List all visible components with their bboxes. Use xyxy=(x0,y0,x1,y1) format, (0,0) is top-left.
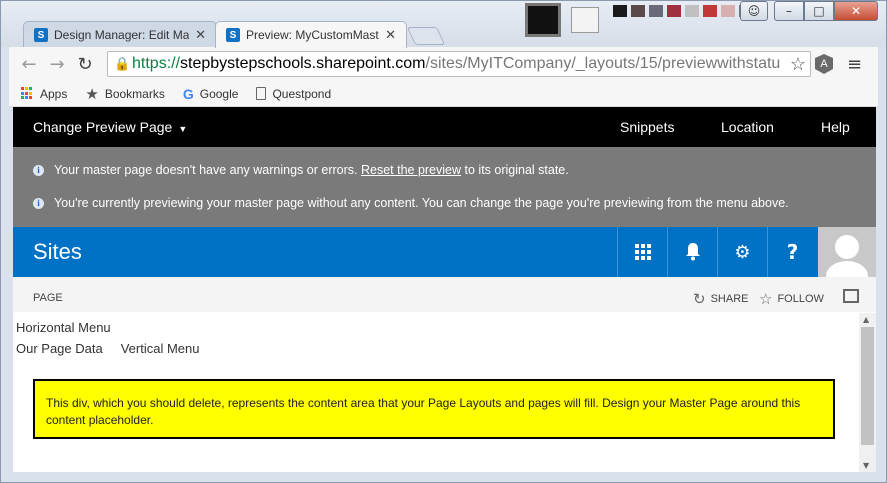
main-content: Horizontal Menu Our Page Data Vertical M… xyxy=(13,312,876,472)
bookmark-label: Questpond xyxy=(272,86,332,101)
share-icon: ↻ xyxy=(693,290,706,308)
window-controls: ☺ – □ ✕ xyxy=(740,1,878,21)
swatch xyxy=(649,5,663,17)
swatch xyxy=(685,5,699,17)
help-question-icon[interactable]: ? xyxy=(767,227,817,277)
close-icon[interactable]: ✕ xyxy=(195,27,206,43)
sites-title[interactable]: Sites xyxy=(33,239,82,265)
settings-gear-icon[interactable]: ⚙ xyxy=(717,227,767,277)
background-color-swatches xyxy=(613,5,753,17)
close-icon[interactable]: ✕ xyxy=(385,27,396,43)
bookmark-bookmarks[interactable]: ★ Bookmarks xyxy=(85,85,164,103)
content-row: Our Page Data Vertical Menu xyxy=(16,341,199,356)
share-button[interactable]: ↻ SHARE xyxy=(693,290,748,308)
help-link[interactable]: Help xyxy=(821,119,850,135)
minimize-button[interactable]: – xyxy=(774,1,804,21)
google-icon: G xyxy=(182,85,194,102)
location-link[interactable]: Location xyxy=(721,119,774,135)
browser-window: ☺ – □ ✕ S Design Manager: Edit Mas ✕ S P… xyxy=(0,0,887,483)
scroll-up-arrow-icon[interactable]: ▲ xyxy=(863,315,869,324)
bookmark-questpond[interactable]: Questpond xyxy=(256,87,331,101)
tab-page[interactable]: PAGE xyxy=(33,292,63,304)
close-window-button[interactable]: ✕ xyxy=(834,1,878,21)
swatch xyxy=(721,5,735,17)
user-profile-icon[interactable]: ☺ xyxy=(740,1,768,21)
status-message-2: i You're currently previewing your maste… xyxy=(33,196,789,210)
bookmark-star-icon[interactable]: ☆ xyxy=(787,54,808,75)
preview-top-bar: Change Preview Page ▼ Snippets Location H… xyxy=(13,107,876,147)
avatar[interactable] xyxy=(818,227,876,277)
status-message-1: i Your master page doesn't have any warn… xyxy=(33,163,569,177)
document-icon xyxy=(256,87,267,100)
bookmark-google[interactable]: G Google xyxy=(183,86,239,102)
info-icon: i xyxy=(33,164,44,176)
page-viewport: Change Preview Page ▼ Snippets Location H… xyxy=(13,107,876,472)
bookmark-apps[interactable]: Apps xyxy=(21,87,67,101)
star-icon: ★ xyxy=(85,85,99,103)
tab-title: Design Manager: Edit Mas xyxy=(54,28,190,42)
swatch xyxy=(667,5,681,17)
our-page-data: Our Page Data xyxy=(16,341,103,356)
app-launcher-icon[interactable] xyxy=(617,227,667,277)
address-bar[interactable]: 🔒 https://stepbystepschools.sharepoint.c… xyxy=(107,51,811,77)
notifications-bell-icon[interactable] xyxy=(667,227,717,277)
snippets-link[interactable]: Snippets xyxy=(620,119,674,135)
url-text: https://stepbystepschools.sharepoint.com… xyxy=(132,55,781,72)
ribbon-bar: PAGE ↻ SHARE ☆ FOLLOW xyxy=(13,277,876,312)
bookmarks-bar: Apps ★ Bookmarks G Google Questpond xyxy=(9,81,878,107)
follow-button[interactable]: ☆ FOLLOW xyxy=(759,290,824,308)
apps-grid-icon xyxy=(21,87,34,100)
bookmark-label: Google xyxy=(199,86,239,101)
forward-arrow-icon[interactable]: → xyxy=(43,50,71,78)
swatch xyxy=(631,5,645,17)
bookmark-label: Bookmarks xyxy=(104,86,165,101)
scroll-down-arrow-icon[interactable]: ▼ xyxy=(863,461,869,470)
swatch xyxy=(613,5,627,17)
reload-icon[interactable]: ↻ xyxy=(71,50,99,78)
scroll-thumb[interactable] xyxy=(861,327,874,445)
suite-bar: Sites ⚙ ? xyxy=(13,227,876,277)
change-preview-page-menu[interactable]: Change Preview Page ▼ xyxy=(33,119,187,135)
tab-preview[interactable]: S Preview: MyCustomMaste ✕ xyxy=(215,21,407,48)
back-arrow-icon[interactable]: ← xyxy=(15,50,43,78)
bookmark-label: Apps xyxy=(40,86,68,101)
tab-strip: S Design Manager: Edit Mas ✕ S Preview: … xyxy=(23,21,446,48)
vertical-scrollbar[interactable]: ▲ ▼ xyxy=(859,313,876,472)
reset-preview-link[interactable]: Reset the preview xyxy=(361,163,461,177)
vertical-menu[interactable]: Vertical Menu xyxy=(121,341,200,356)
extension-icon[interactable]: A xyxy=(815,54,833,74)
horizontal-menu[interactable]: Horizontal Menu xyxy=(16,320,111,335)
background-swatch-dark xyxy=(525,3,561,37)
sharepoint-icon: S xyxy=(34,28,48,42)
info-icon: i xyxy=(33,197,44,209)
maximize-button[interactable]: □ xyxy=(804,1,834,21)
lock-icon: 🔒 xyxy=(114,56,131,71)
focus-on-content-icon[interactable] xyxy=(843,289,859,303)
title-bar: ☺ – □ ✕ S Design Manager: Edit Mas ✕ S P… xyxy=(1,1,886,48)
caret-down-icon: ▼ xyxy=(178,124,188,134)
status-bar: i Your master page doesn't have any warn… xyxy=(13,147,876,227)
tab-title: Preview: MyCustomMaste xyxy=(246,28,380,42)
tab-design-manager[interactable]: S Design Manager: Edit Mas ✕ xyxy=(23,21,217,48)
sharepoint-icon: S xyxy=(226,28,240,42)
swatch xyxy=(703,5,717,17)
content-placeholder: This div, which you should delete, repre… xyxy=(33,379,835,439)
browser-menu-icon[interactable]: ≡ xyxy=(847,54,862,75)
background-swatch-light xyxy=(571,7,599,33)
star-outline-icon: ☆ xyxy=(759,290,773,308)
browser-toolbar: ← → ↻ 🔒 https://stepbystepschools.sharep… xyxy=(9,47,878,81)
new-tab-button[interactable] xyxy=(406,27,446,45)
